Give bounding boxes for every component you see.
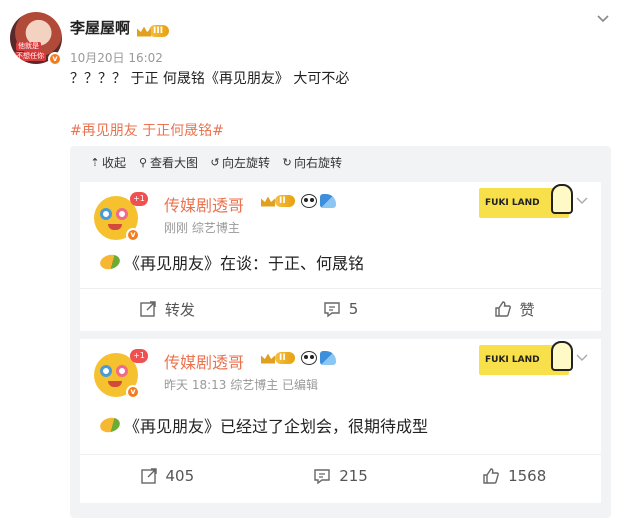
magnifier-icon: ⚲ — [138, 156, 148, 169]
image-panel: ⇡ 收起 ⚲ 查看大图 ↺ 向左旋转 ↻ 向右旋转 +1 v 传媒剧透哥 II … — [70, 146, 611, 518]
sticker-label: FUKI LAND — [485, 198, 540, 208]
repost-icon — [140, 301, 156, 317]
weibo-post: 他就是 不想任你 v 李屋屋啊 III 10月20日 16:02 ？？？？ 于正… — [0, 0, 626, 523]
collapse-label: 收起 — [102, 156, 127, 170]
view-large-button[interactable]: ⚲ 查看大图 — [138, 154, 198, 171]
like-button[interactable]: 赞 — [427, 294, 601, 324]
rotate-left-button[interactable]: ↺ 向左旋转 — [210, 154, 270, 171]
bear-sticker-icon — [551, 341, 573, 371]
card-meta: 昨天 18:13 综艺博主 已编辑 — [164, 378, 319, 392]
embedded-post-card: +1 v 传媒剧透哥 II 昨天 18:13 综艺博主 已编辑 FUKI LAN… — [80, 339, 601, 503]
avatar-mouth — [108, 381, 122, 387]
card-meta: 刚刚 综艺博主 — [164, 221, 240, 235]
card-level-label: II — [275, 195, 295, 207]
sticker-banner: FUKI LAND — [479, 184, 573, 218]
image-toolbar: ⇡ 收起 ⚲ 查看大图 ↺ 向左旋转 ↻ 向右旋转 — [90, 154, 342, 171]
card-username[interactable]: 传媒剧透哥 — [164, 349, 244, 373]
chevron-down-icon[interactable] — [575, 349, 589, 363]
card-text: 《再见朋友》在谈：于正、何晟铭 — [98, 250, 365, 274]
level-label: III — [149, 25, 169, 37]
repost-button[interactable]: 转发 — [80, 294, 254, 324]
card-avatar[interactable]: +1 v — [94, 349, 148, 399]
topic-link[interactable]: #再见朋友 于正何晟铭# — [70, 120, 224, 140]
panda-icon — [301, 351, 317, 365]
post-timestamp[interactable]: 10月20日 16:02 — [70, 49, 163, 66]
verified-badge-icon: v — [126, 385, 140, 399]
divider — [80, 454, 601, 455]
card-text-content: 《再见朋友》已经过了企划会，很期待成型 — [124, 417, 429, 436]
chevron-down-icon[interactable] — [575, 192, 589, 206]
crown-icon — [260, 195, 276, 208]
thumbs-up-icon — [483, 468, 499, 484]
rotate-left-label: 向左旋转 — [222, 156, 271, 170]
like-count: 赞 — [519, 300, 535, 319]
comment-button[interactable]: 5 — [254, 294, 428, 324]
like-count: 1568 — [508, 467, 547, 485]
chevron-down-icon[interactable] — [596, 10, 610, 24]
avatar-eye-right — [116, 365, 128, 377]
action-bar: 405 215 1568 — [80, 461, 601, 491]
verified-badge-icon: v — [48, 52, 62, 66]
avatar-eye-right — [116, 208, 128, 220]
crown-icon — [136, 25, 152, 38]
card-text: 《再见朋友》已经过了企划会，很期待成型 — [98, 413, 429, 437]
avatar-mouth — [108, 224, 122, 230]
divider — [80, 288, 601, 289]
rotate-left-icon: ↺ — [210, 156, 220, 169]
mango-icon — [98, 415, 122, 435]
wave-icon — [320, 351, 336, 365]
repost-icon — [140, 468, 157, 484]
comment-button[interactable]: 215 — [254, 461, 428, 491]
collapse-button[interactable]: ⇡ 收起 — [90, 154, 126, 171]
bear-sticker-icon — [551, 184, 573, 214]
rotate-right-button[interactable]: ↻ 向右旋转 — [282, 154, 342, 171]
repost-count: 转发 — [164, 300, 195, 319]
card-level-badge[interactable]: II — [260, 194, 336, 208]
post-username[interactable]: 李屋屋啊 — [70, 17, 130, 38]
avatar-caption-bottom: 不想任你 — [14, 52, 46, 61]
notification-badge: +1 — [130, 192, 148, 206]
user-level-badge[interactable]: III — [136, 24, 169, 38]
thumbs-up-icon — [494, 301, 511, 317]
avatar-eye-left — [100, 365, 112, 377]
collapse-icon: ⇡ — [90, 156, 100, 169]
crown-icon — [260, 352, 276, 365]
rotate-right-label: 向右旋转 — [294, 156, 343, 170]
comment-icon — [314, 469, 330, 485]
comment-count: 5 — [348, 300, 359, 318]
view-large-label: 查看大图 — [150, 156, 199, 170]
mango-icon — [98, 252, 122, 272]
repost-button[interactable]: 405 — [80, 461, 254, 491]
sticker-label: FUKI LAND — [485, 355, 540, 365]
verified-badge-icon: v — [126, 228, 140, 242]
card-username[interactable]: 传媒剧透哥 — [164, 192, 244, 216]
like-button[interactable]: 1568 — [427, 461, 601, 491]
avatar-caption-top: 他就是 — [16, 42, 41, 51]
comment-count: 215 — [339, 467, 368, 485]
embedded-post-card: +1 v 传媒剧透哥 II 刚刚 综艺博主 FUKI LAND 《再见朋友》在谈… — [80, 182, 601, 331]
rotate-right-icon: ↻ — [282, 156, 292, 169]
comment-icon — [324, 302, 340, 318]
avatar-eye-left — [100, 208, 112, 220]
card-level-badge[interactable]: II — [260, 351, 336, 365]
wave-icon — [320, 194, 336, 208]
card-level-label: II — [275, 352, 295, 364]
panda-icon — [301, 194, 317, 208]
repost-count: 405 — [165, 467, 195, 485]
notification-badge: +1 — [130, 349, 148, 363]
card-avatar[interactable]: +1 v — [94, 192, 148, 242]
card-text-content: 《再见朋友》在谈：于正、何晟铭 — [124, 254, 365, 273]
post-text: ？？？？ 于正 何晟铭《再见朋友》 大可不必 — [70, 71, 350, 87]
action-bar: 转发 5 赞 — [80, 294, 601, 324]
sticker-banner: FUKI LAND — [479, 341, 573, 375]
